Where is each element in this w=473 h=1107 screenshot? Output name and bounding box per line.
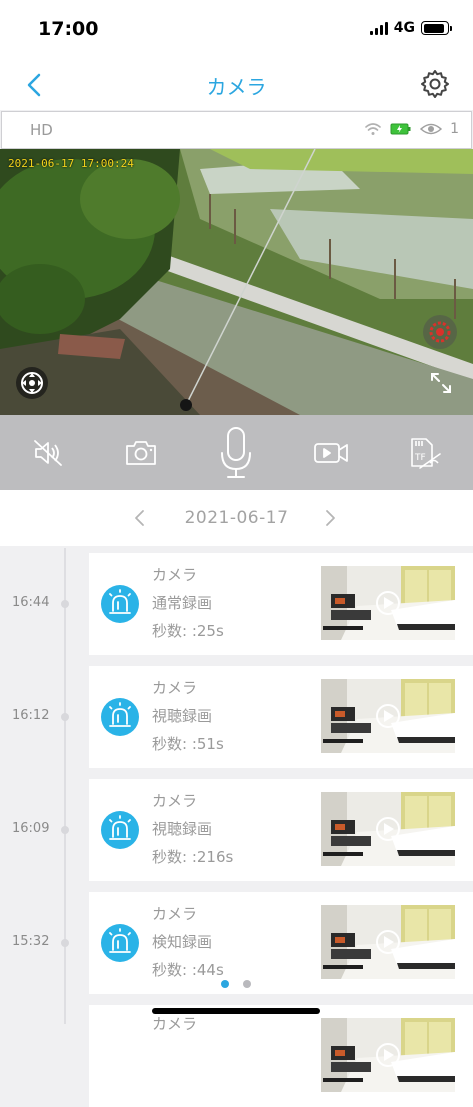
record-name: カメラ [152, 905, 198, 923]
timeline-dot [61, 939, 69, 947]
recording-item[interactable]: 16:44 カメラ 通常録画 秒数: :25s [0, 553, 473, 655]
gear-icon[interactable] [419, 68, 451, 100]
recording-item[interactable]: カメラ [0, 1005, 473, 1107]
info-indicators: 1 [364, 121, 459, 137]
timeline-dot [61, 600, 69, 608]
record-type: 検知録画 [152, 933, 213, 951]
video-thumbnail[interactable] [321, 1018, 455, 1092]
talk-button[interactable] [200, 415, 272, 490]
svg-text:TF: TF [414, 453, 426, 463]
record-duration: 秒数: :51s [152, 735, 224, 753]
camera-info-bar: HD 1 [1, 111, 472, 149]
microphone-icon [221, 426, 251, 478]
record-button[interactable] [295, 415, 367, 490]
quality-toggle[interactable]: HD [30, 121, 53, 139]
ptz-control-button[interactable] [16, 367, 48, 399]
video-timestamp: 2021-06-17 17:00:24 [8, 157, 134, 170]
siren-icon [429, 321, 451, 343]
timeline-dot [61, 713, 69, 721]
record-duration: 秒数: :216s [152, 848, 234, 866]
video-thumbnail[interactable] [321, 566, 455, 640]
page-indicator [221, 980, 251, 988]
video-thumbnail[interactable] [321, 905, 455, 979]
live-video[interactable]: 2021-06-17 17:00:24 [0, 149, 473, 415]
status-indicators: 4G [369, 20, 452, 36]
video-thumbnail[interactable] [321, 792, 455, 866]
siren-icon [101, 698, 139, 736]
record-time: 16:09 [12, 821, 50, 836]
sd-card-icon: TF [411, 437, 441, 469]
record-type: 通常録画 [152, 594, 213, 612]
timeline-dot [61, 826, 69, 834]
snapshot-button[interactable] [105, 415, 177, 490]
record-card[interactable]: カメラ 検知録画 秒数: :44s [89, 892, 473, 994]
record-time: 16:12 [12, 708, 50, 723]
recording-item[interactable]: 16:12 カメラ 視聴録画 秒数: :51s [0, 666, 473, 768]
mute-button[interactable] [12, 415, 84, 490]
page-title: カメラ [206, 75, 267, 99]
signal-icon [369, 21, 388, 35]
direction-pad-icon [21, 372, 43, 394]
battery-icon [421, 21, 452, 35]
status-bar: 17:00 4G [0, 0, 473, 60]
video-thumbnail[interactable] [321, 679, 455, 753]
record-name: カメラ [152, 792, 198, 810]
viewer-count: 1 [450, 121, 459, 137]
record-type: 視聴録画 [152, 707, 213, 725]
recording-item[interactable]: 16:09 カメラ 視聴録画 秒数: :216s [0, 779, 473, 881]
home-indicator [152, 1008, 320, 1014]
battery-charging-icon [390, 123, 411, 135]
record-card[interactable]: カメラ [89, 1005, 473, 1107]
record-time: 15:32 [12, 934, 50, 949]
record-card[interactable]: カメラ 視聴録画 秒数: :51s [89, 666, 473, 768]
camera-icon [126, 440, 156, 465]
record-duration: 秒数: :44s [152, 961, 224, 979]
record-card[interactable]: カメラ 視聴録画 秒数: :216s [89, 779, 473, 881]
record-time: 16:44 [12, 595, 50, 610]
date-selector: 2021-06-17 [0, 490, 473, 546]
record-name: カメラ [152, 566, 198, 584]
next-date-icon[interactable] [318, 506, 342, 530]
video-camera-icon [314, 442, 348, 463]
control-bar: TF [0, 415, 473, 490]
alarm-button[interactable] [423, 315, 457, 349]
fullscreen-icon[interactable] [429, 371, 453, 395]
siren-icon [101, 924, 139, 962]
record-card[interactable]: カメラ 通常録画 秒数: :25s [89, 553, 473, 655]
record-name: カメラ [152, 679, 198, 697]
wifi-icon [365, 123, 381, 135]
network-type: 4G [393, 20, 415, 36]
current-date[interactable]: 2021-06-17 [0, 508, 473, 528]
record-type: 視聴録画 [152, 820, 213, 838]
siren-icon [101, 585, 139, 623]
record-duration: 秒数: :25s [152, 622, 224, 640]
video-frame [0, 149, 473, 415]
nav-bar: カメラ [0, 60, 473, 110]
page-dot[interactable] [221, 980, 229, 988]
sd-card-button[interactable]: TF [388, 415, 460, 490]
mute-icon [34, 439, 62, 466]
recording-item[interactable]: 15:32 カメラ 検知録画 秒数: :44s [0, 892, 473, 994]
siren-icon [101, 811, 139, 849]
status-time: 17:00 [38, 18, 99, 40]
eye-icon [420, 123, 443, 135]
page-dot[interactable] [243, 980, 251, 988]
